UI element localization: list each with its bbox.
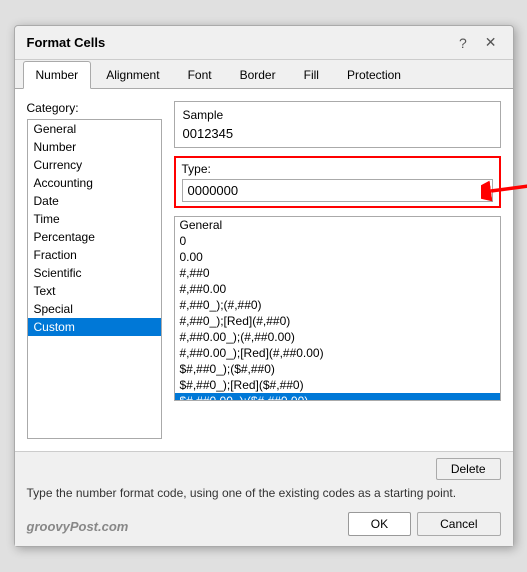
category-item-currency[interactable]: Currency bbox=[28, 156, 161, 174]
category-item-scientific[interactable]: Scientific bbox=[28, 264, 161, 282]
format-list: General 0 0.00 #,##0 #,##0.00 #,##0_);(#… bbox=[175, 217, 500, 401]
category-item-fraction[interactable]: Fraction bbox=[28, 246, 161, 264]
tab-protection[interactable]: Protection bbox=[334, 61, 414, 89]
category-item-custom[interactable]: Custom bbox=[28, 318, 161, 336]
category-section: Category: General Number Currency Accoun… bbox=[27, 101, 501, 439]
close-button[interactable]: ✕ bbox=[481, 34, 501, 51]
format-item-2[interactable]: #,##0_);[Red](#,##0) bbox=[175, 313, 500, 329]
cancel-button[interactable]: Cancel bbox=[417, 512, 500, 536]
format-item-1[interactable]: #,##0_);(#,##0) bbox=[175, 297, 500, 313]
tab-alignment[interactable]: Alignment bbox=[93, 61, 172, 89]
format-list-container: General 0 0.00 #,##0 #,##0.00 #,##0_);(#… bbox=[174, 216, 501, 401]
format-item-0[interactable]: 0 bbox=[175, 233, 500, 249]
type-input[interactable] bbox=[182, 179, 493, 202]
format-item-6[interactable]: $#,##0_);[Red]($#,##0) bbox=[175, 377, 500, 393]
format-item-5[interactable]: $#,##0_);($#,##0) bbox=[175, 361, 500, 377]
action-buttons: OK Cancel bbox=[128, 512, 500, 536]
format-item-7[interactable]: $#,##0.00_);($#,##0.00) bbox=[175, 393, 500, 401]
delete-row: Delete bbox=[27, 458, 501, 480]
tab-border[interactable]: Border bbox=[227, 61, 289, 89]
format-item-3[interactable]: #,##0.00_);(#,##0.00) bbox=[175, 329, 500, 345]
help-button[interactable]: ? bbox=[455, 35, 471, 51]
category-item-general[interactable]: General bbox=[28, 120, 161, 138]
tab-font[interactable]: Font bbox=[175, 61, 225, 89]
type-area: Type: bbox=[174, 156, 501, 208]
format-item-0.00[interactable]: 0.00 bbox=[175, 249, 500, 265]
category-label: Category: bbox=[27, 101, 162, 115]
watermark: groovyPost.com bbox=[27, 519, 129, 534]
dialog-title: Format Cells bbox=[27, 35, 106, 50]
delete-button[interactable]: Delete bbox=[436, 458, 501, 480]
right-panel: Sample 0012345 Type: bbox=[174, 101, 501, 439]
bottom-section: Delete Type the number format code, usin… bbox=[15, 451, 513, 546]
tab-fill[interactable]: Fill bbox=[291, 61, 332, 89]
category-list-container: General Number Currency Accounting Date … bbox=[27, 119, 162, 439]
type-section: Type: bbox=[174, 156, 501, 208]
category-item-percentage[interactable]: Percentage bbox=[28, 228, 161, 246]
sample-label: Sample bbox=[183, 108, 492, 122]
main-content: Category: General Number Currency Accoun… bbox=[15, 89, 513, 451]
category-item-text[interactable]: Text bbox=[28, 282, 161, 300]
category-item-special[interactable]: Special bbox=[28, 300, 161, 318]
format-item-4[interactable]: #,##0.00_);[Red](#,##0.00) bbox=[175, 345, 500, 361]
title-bar: Format Cells ? ✕ bbox=[15, 26, 513, 60]
type-label: Type: bbox=[182, 162, 493, 176]
tab-number[interactable]: Number bbox=[23, 61, 92, 89]
category-item-number[interactable]: Number bbox=[28, 138, 161, 156]
ok-button[interactable]: OK bbox=[348, 512, 411, 536]
format-item-general[interactable]: General bbox=[175, 217, 500, 233]
red-arrow-icon bbox=[481, 166, 527, 206]
category-list: General Number Currency Accounting Date … bbox=[28, 120, 161, 336]
sample-value: 0012345 bbox=[183, 126, 492, 141]
title-bar-controls: ? ✕ bbox=[455, 34, 501, 51]
hint-text: Type the number format code, using one o… bbox=[27, 486, 501, 500]
format-item-hash0.00[interactable]: #,##0.00 bbox=[175, 281, 500, 297]
category-panel: Category: General Number Currency Accoun… bbox=[27, 101, 162, 439]
tab-bar: Number Alignment Font Border Fill Protec… bbox=[15, 60, 513, 89]
ok-cancel-row: groovyPost.com OK Cancel bbox=[27, 508, 501, 540]
category-item-date[interactable]: Date bbox=[28, 192, 161, 210]
category-item-accounting[interactable]: Accounting bbox=[28, 174, 161, 192]
sample-area: Sample 0012345 bbox=[174, 101, 501, 148]
format-cells-dialog: Format Cells ? ✕ Number Alignment Font B… bbox=[14, 25, 514, 547]
category-item-time[interactable]: Time bbox=[28, 210, 161, 228]
format-item-hash0[interactable]: #,##0 bbox=[175, 265, 500, 281]
